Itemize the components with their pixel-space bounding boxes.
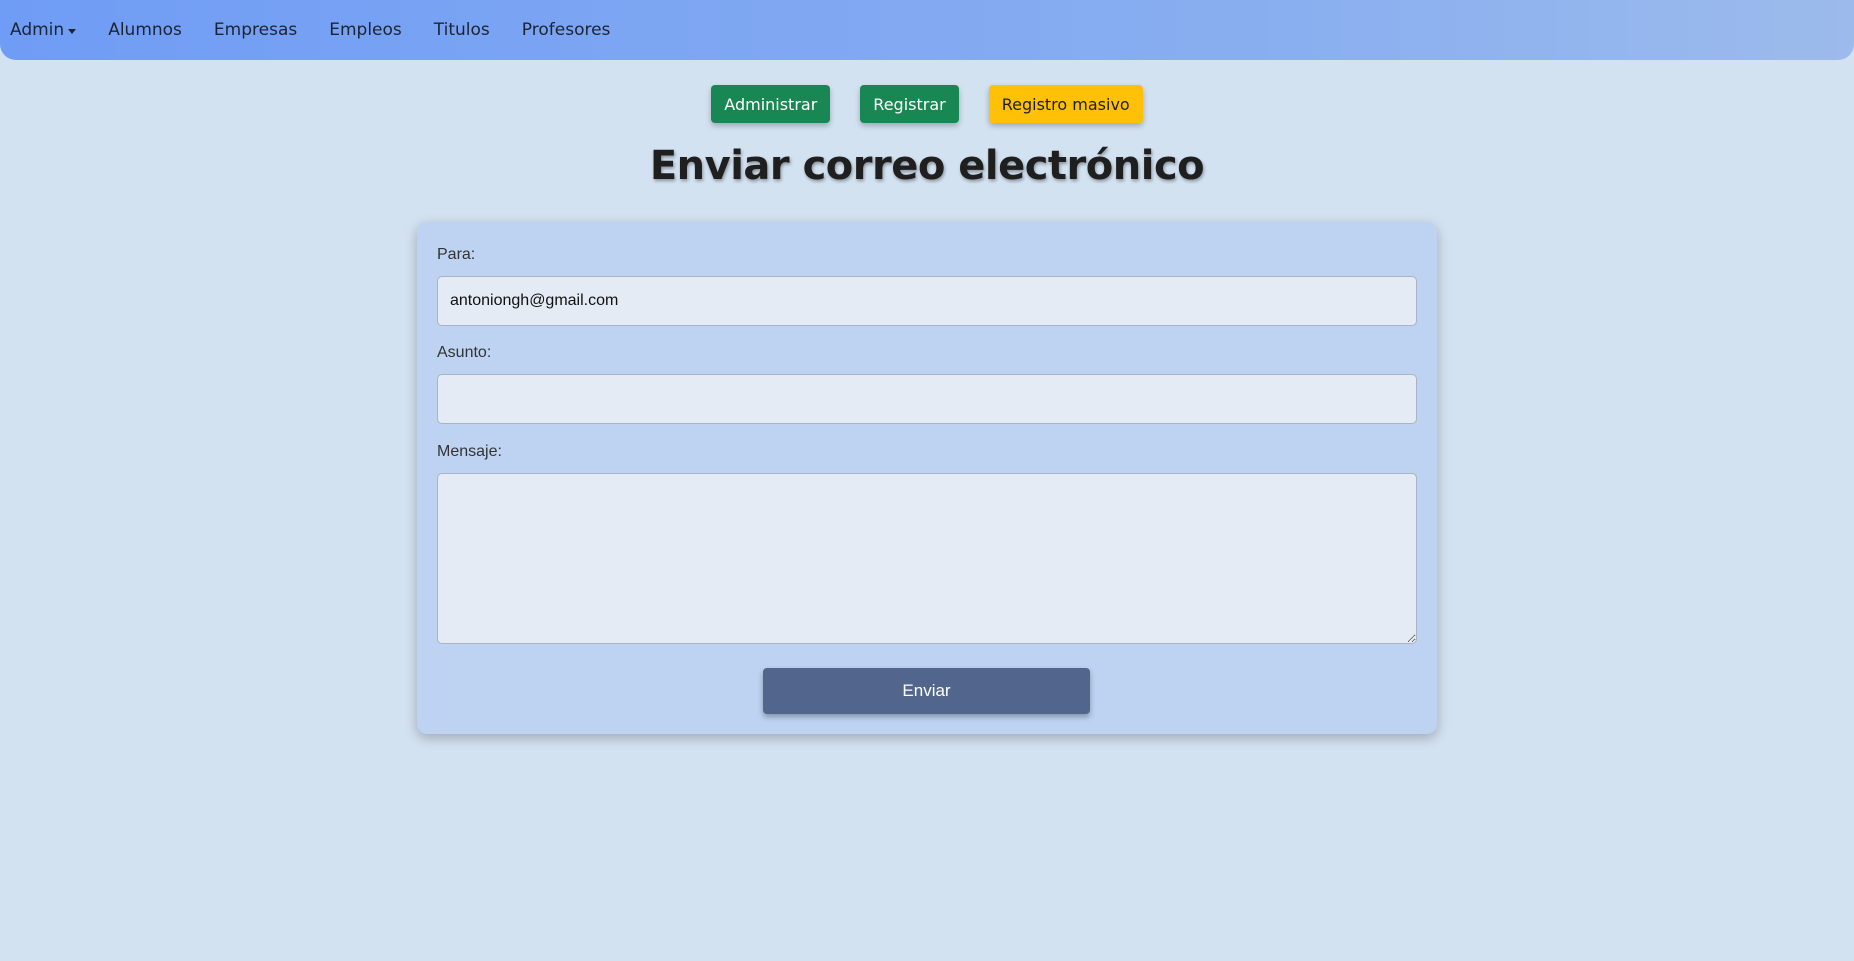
subject-input[interactable] [437,374,1417,424]
nav-link-profesores[interactable]: Profesores [522,20,611,40]
administrar-button[interactable]: Administrar [711,85,831,123]
page-title: Enviar correo electrónico [649,143,1205,189]
send-button[interactable]: Enviar [763,668,1090,714]
action-buttons: Administrar Registrar Registro masivo [0,85,1854,123]
nav-link-alumnos[interactable]: Alumnos [108,20,182,40]
message-label: Mensaje: [437,443,502,460]
caret-down-icon [68,28,77,34]
to-input[interactable] [437,276,1417,326]
message-textarea[interactable] [437,473,1417,644]
nav-link-empleos[interactable]: Empleos [329,20,402,40]
registro-masivo-button[interactable]: Registro masivo [988,85,1143,123]
admin-dropdown[interactable]: Admin [10,20,77,40]
email-form: Para: Asunto: Mensaje: Enviar [417,222,1437,734]
registrar-button[interactable]: Registrar [860,85,959,123]
nav-link-empresas[interactable]: Empresas [214,20,297,40]
to-label: Para: [437,246,476,263]
subject-label: Asunto: [437,344,492,361]
top-navbar: Admin Alumnos Empresas Empleos Titulos P… [0,0,1854,60]
nav-link-titulos[interactable]: Titulos [434,20,490,40]
admin-dropdown-label: Admin [10,20,65,40]
